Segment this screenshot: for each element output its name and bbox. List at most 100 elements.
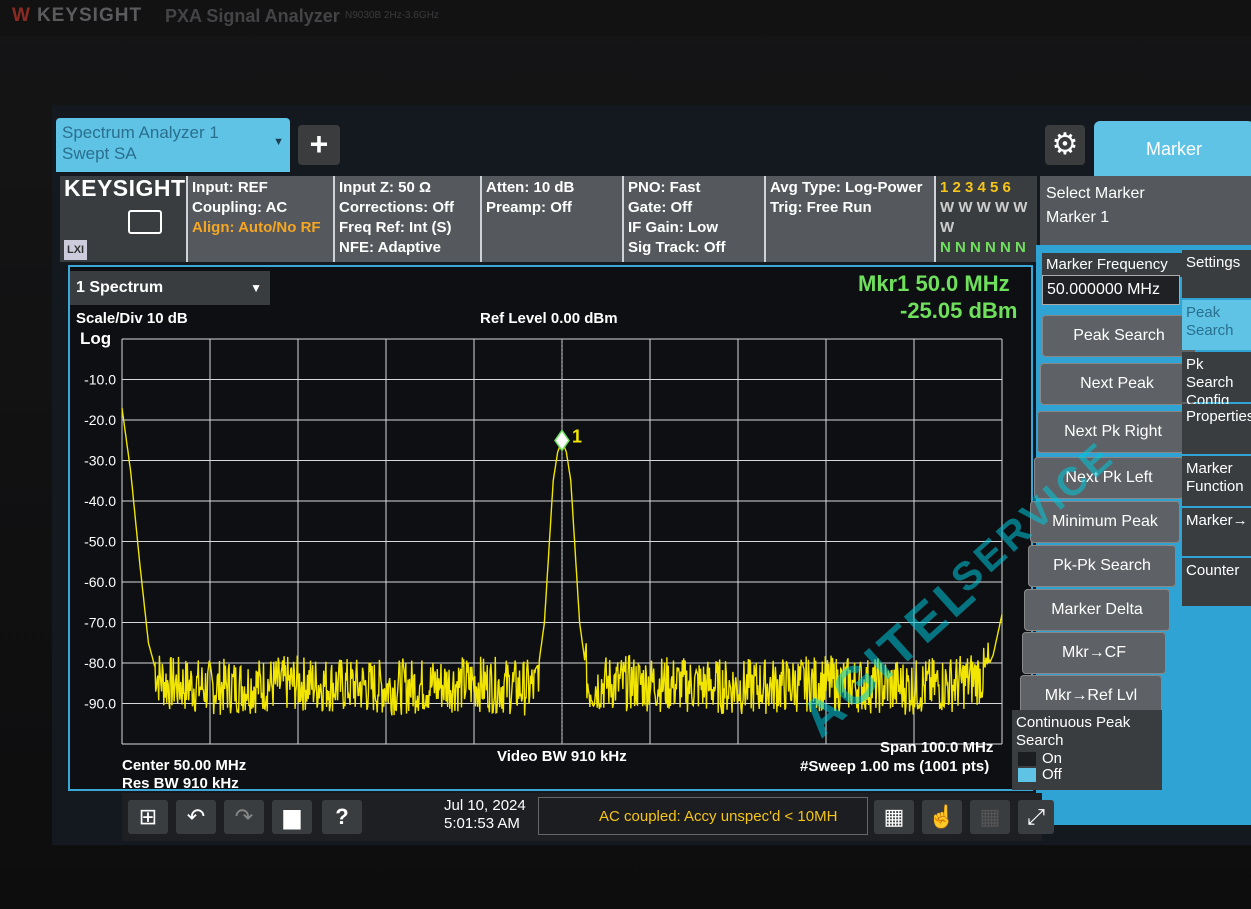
keysight-logo: KEYSIGHT bbox=[64, 175, 186, 201]
settings-info-bar: KEYSIGHT LXI Input: REF Coupling: AC Ali… bbox=[60, 176, 1037, 262]
marker-number-label: 1 bbox=[572, 426, 582, 446]
y-tick-label: -10.0 bbox=[84, 372, 116, 388]
help-icon[interactable]: ? bbox=[322, 800, 362, 834]
avg-box[interactable]: Avg Type: Log-Power Trig: Free Run bbox=[766, 176, 934, 262]
if-gain-label: IF Gain: Low bbox=[628, 219, 718, 236]
input-label: Input: REF bbox=[192, 179, 268, 196]
sig-track-label: Sig Track: Off bbox=[628, 239, 726, 256]
marker-diamond bbox=[554, 429, 570, 452]
align-label: Align: Auto/No RF bbox=[192, 219, 321, 236]
date-label: Jul 10, 2024 bbox=[444, 797, 526, 814]
nfe-label: NFE: Adaptive bbox=[339, 239, 441, 256]
res-bw-label[interactable]: Res BW 910 kHz bbox=[122, 775, 239, 792]
freq-ref-label: Freq Ref: Int (S) bbox=[339, 219, 452, 236]
ref-level-label[interactable]: Ref Level 0.00 dBm bbox=[480, 310, 618, 327]
taskbar: ⊞ ↶ ↷ ▆ ? Jul 10, 2024 5:01:53 AM ••• ! … bbox=[122, 793, 1054, 841]
tab-title: Spectrum Analyzer 1 bbox=[62, 123, 219, 142]
video-bw-label[interactable]: Video BW 910 kHz bbox=[497, 748, 627, 765]
next-pk-right-button[interactable]: Next Pk Right bbox=[1037, 411, 1189, 453]
peak-search-button[interactable]: Peak Search bbox=[1042, 315, 1196, 357]
folder-icon[interactable]: ▆ bbox=[272, 800, 312, 834]
avg-type-label: Avg Type: Log-Power bbox=[770, 179, 923, 196]
continuous-peak-label: Continuous Peak Search bbox=[1016, 714, 1131, 749]
marker-frequency-readout: Mkr1 50.0 MHz bbox=[858, 271, 1010, 296]
touch-icon[interactable]: ☝ bbox=[922, 800, 962, 834]
chevron-down-icon: ▼ bbox=[250, 281, 262, 295]
select-marker-label: Select Marker bbox=[1046, 185, 1145, 202]
side-tab-peak-search[interactable]: Peak Search bbox=[1182, 300, 1251, 350]
y-tick-label: -70.0 bbox=[84, 615, 116, 631]
trace-types: W W W W W W bbox=[940, 199, 1028, 236]
marker-delta-button[interactable]: Marker Delta bbox=[1024, 589, 1170, 631]
side-tab-counter[interactable]: Counter bbox=[1182, 558, 1251, 606]
lxi-badge: LXI bbox=[64, 240, 88, 260]
trace-status-box[interactable]: 1 2 3 4 5 6 W W W W W W N N N N N N bbox=[936, 176, 1037, 262]
input-z-label: Input Z: 50 Ω bbox=[339, 179, 432, 196]
bezel-model-sub: N9030B 2Hz-3.6GHz bbox=[345, 10, 439, 21]
layout-icon[interactable]: ▦ bbox=[874, 800, 914, 834]
scale-div-label: Scale/Div 10 dB bbox=[76, 310, 188, 327]
select-marker-value: Marker 1 bbox=[1046, 209, 1110, 226]
bezel-brand-logo: W KEYSIGHT bbox=[12, 5, 143, 26]
corrections-label: Corrections: Off bbox=[339, 199, 455, 216]
y-tick-label: -50.0 bbox=[84, 534, 116, 550]
coupling-label: Coupling: AC bbox=[192, 199, 288, 216]
trace-numbers: 1 2 3 4 5 6 bbox=[940, 179, 1011, 196]
brand-box: KEYSIGHT LXI bbox=[60, 176, 186, 262]
side-tab-pk-search-config[interactable]: Pk Search Config bbox=[1182, 352, 1251, 409]
tab-spectrum-analyzer[interactable]: Spectrum Analyzer 1 Swept SA ▼ bbox=[56, 118, 290, 172]
redo-icon[interactable]: ↷ bbox=[224, 800, 264, 834]
grid-icon[interactable]: ▦ bbox=[970, 800, 1010, 834]
chevron-down-icon: ▼ bbox=[273, 136, 284, 148]
input-box[interactable]: Input: REF Coupling: AC Align: Auto/No R… bbox=[188, 176, 333, 262]
marker-frequency-input[interactable]: 50.000000 MHz bbox=[1042, 275, 1180, 305]
analyzer-screen: Spectrum Analyzer 1 Swept SA ▼ + ⚙ Marke… bbox=[52, 105, 1251, 845]
window-selector-label: 1 Spectrum bbox=[76, 279, 164, 296]
corrections-box[interactable]: Input Z: 50 Ω Corrections: Off Freq Ref:… bbox=[335, 176, 480, 262]
tab-marker-menu[interactable]: Marker bbox=[1094, 121, 1251, 177]
y-tick-label: -40.0 bbox=[84, 493, 116, 509]
y-tick-label: -80.0 bbox=[84, 655, 116, 671]
windows-icon[interactable]: ⊞ bbox=[128, 800, 168, 834]
instrument-bezel: W KEYSIGHT PXA Signal Analyzer N9030B 2Hz… bbox=[0, 0, 1251, 909]
y-tick-label: -90.0 bbox=[84, 696, 116, 712]
side-tab-marker-function[interactable]: Marker Function bbox=[1182, 456, 1251, 506]
span-label[interactable]: Span 100.0 MHz bbox=[880, 739, 993, 756]
datetime: Jul 10, 2024 5:01:53 AM bbox=[444, 797, 526, 833]
marker-amplitude-readout: -25.05 dBm bbox=[900, 298, 1018, 323]
y-tick-label: -20.0 bbox=[84, 412, 116, 428]
next-peak-button[interactable]: Next Peak bbox=[1040, 363, 1194, 405]
time-label: 5:01:53 AM bbox=[444, 815, 520, 832]
pno-box[interactable]: PNO: Fast Gate: Off IF Gain: Low Sig Tra… bbox=[624, 176, 764, 262]
gear-icon[interactable]: ⚙ bbox=[1045, 125, 1085, 165]
atten-box[interactable]: Atten: 10 dB Preamp: Off bbox=[482, 176, 622, 262]
remote-display-icon[interactable] bbox=[128, 210, 162, 234]
y-tick-label: -30.0 bbox=[84, 453, 116, 469]
mkr-to-cf-button[interactable]: Mkr→CF bbox=[1022, 632, 1166, 674]
undo-icon[interactable]: ↶ bbox=[176, 800, 216, 834]
off-label: Off bbox=[1042, 766, 1062, 783]
marker-frequency-label: Marker Frequency bbox=[1042, 253, 1186, 277]
status-message[interactable]: AC coupled: Accy unspec'd < 10MH bbox=[538, 797, 868, 835]
y-tick-label: -60.0 bbox=[84, 574, 116, 590]
continuous-peak-search-toggle[interactable]: Continuous Peak Search On Off bbox=[1012, 710, 1162, 790]
bezel-model-name: PXA Signal Analyzer bbox=[165, 6, 340, 26]
atten-label: Atten: 10 dB bbox=[486, 179, 575, 196]
trace-detectors: N N N N N N bbox=[940, 239, 1026, 256]
bezel-top-strip: W KEYSIGHT PXA Signal Analyzer N9030B 2Hz… bbox=[0, 0, 1251, 36]
trigger-label: Trig: Free Run bbox=[770, 199, 872, 216]
side-tab-marker-to[interactable]: Marker→ bbox=[1182, 508, 1251, 556]
center-freq-label[interactable]: Center 50.00 MHz bbox=[122, 757, 246, 774]
on-indicator bbox=[1018, 752, 1036, 766]
fullscreen-icon[interactable]: ⤢ bbox=[1018, 800, 1054, 834]
side-tab-settings[interactable]: Settings bbox=[1182, 250, 1251, 298]
window-selector[interactable]: 1 Spectrum ▼ bbox=[70, 271, 270, 305]
pk-pk-search-button[interactable]: Pk-Pk Search bbox=[1028, 545, 1176, 587]
add-screen-button[interactable]: + bbox=[298, 125, 340, 165]
tab-subtitle: Swept SA bbox=[62, 144, 137, 163]
pno-label: PNO: Fast bbox=[628, 179, 701, 196]
off-indicator bbox=[1018, 768, 1036, 782]
preamp-label: Preamp: Off bbox=[486, 199, 572, 216]
side-tab-properties[interactable]: Properties bbox=[1182, 404, 1251, 454]
sweep-label[interactable]: #Sweep 1.00 ms (1001 pts) bbox=[800, 758, 989, 775]
